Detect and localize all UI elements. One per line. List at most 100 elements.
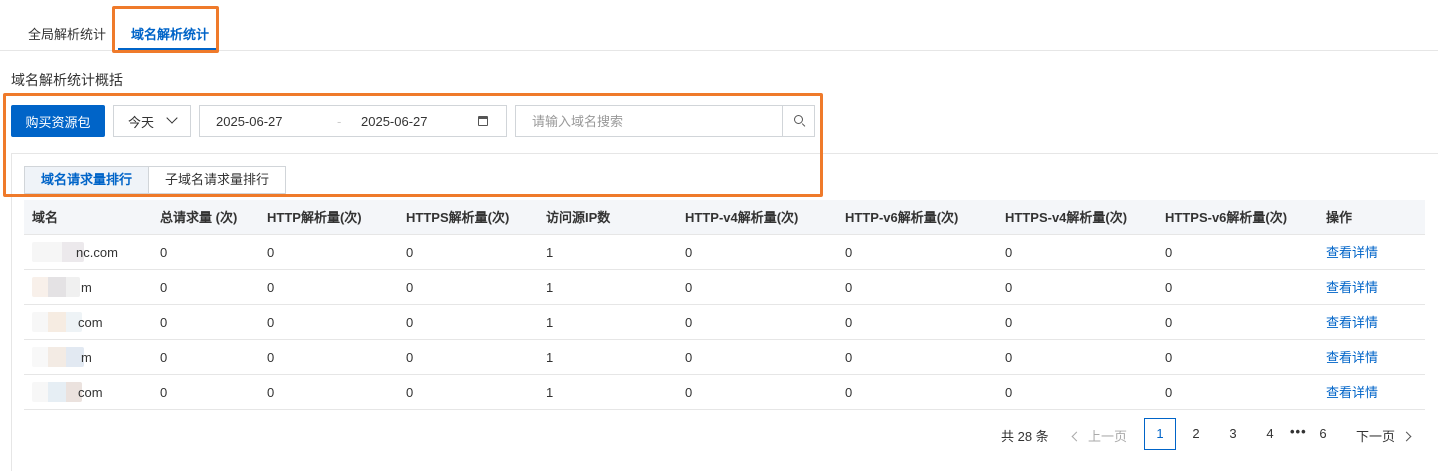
- calendar-icon[interactable]: [478, 116, 488, 126]
- search-input[interactable]: [516, 106, 784, 136]
- page-title: 域名解析统计概括: [11, 72, 123, 88]
- active-tab-indicator: [118, 48, 218, 50]
- http-v4-count: 0: [685, 245, 693, 260]
- http-v4-count: 0: [685, 315, 693, 330]
- table-header: 域名 总请求量 (次) HTTP解析量(次) HTTPS解析量(次) 访问源IP…: [24, 200, 1425, 235]
- total-count: 共 28 条: [1001, 429, 1049, 444]
- column-header: 总请求量 (次): [160, 210, 238, 225]
- https-count: 0: [406, 385, 414, 400]
- tab-domain-stats[interactable]: 域名解析统计: [131, 24, 209, 43]
- source-ip-count: 1: [546, 280, 554, 295]
- domain-name: nc.com: [76, 245, 118, 260]
- page-button-3[interactable]: 3: [1217, 418, 1249, 450]
- redacted-block: [32, 347, 84, 367]
- total-requests: 0: [160, 245, 168, 260]
- search-icon: [794, 115, 803, 124]
- column-header: HTTP解析量(次): [267, 210, 362, 225]
- prev-page-button[interactable]: 上一页: [1071, 426, 1128, 445]
- ranking-tabs: 域名请求量排行 子域名请求量排行: [24, 166, 287, 194]
- domain-name: m: [81, 350, 92, 365]
- https-v6-count: 0: [1165, 245, 1173, 260]
- view-details-link[interactable]: 查看详情: [1326, 235, 1378, 270]
- prev-page-label: 上一页: [1088, 429, 1128, 444]
- pagination-ellipsis[interactable]: •••: [1290, 424, 1307, 439]
- column-header: HTTPS-v6解析量(次): [1165, 210, 1288, 225]
- http-v4-count: 0: [685, 385, 693, 400]
- http-v4-count: 0: [685, 350, 693, 365]
- column-header: HTTP-v4解析量(次): [685, 210, 799, 225]
- domain-name: com: [78, 385, 103, 400]
- domain-stats-table: 域名 总请求量 (次) HTTP解析量(次) HTTPS解析量(次) 访问源IP…: [24, 200, 1425, 410]
- https-count: 0: [406, 280, 414, 295]
- http-v4-count: 0: [685, 280, 693, 295]
- http-v6-count: 0: [845, 385, 853, 400]
- date-end[interactable]: 2025-06-27: [361, 114, 428, 129]
- http-count: 0: [267, 350, 275, 365]
- view-details-link[interactable]: 查看详情: [1326, 270, 1378, 305]
- date-start[interactable]: 2025-06-27: [216, 114, 283, 129]
- view-details-link[interactable]: 查看详情: [1326, 305, 1378, 340]
- http-v6-count: 0: [845, 350, 853, 365]
- redacted-block: [32, 312, 82, 332]
- https-v6-count: 0: [1165, 280, 1173, 295]
- source-ip-count: 1: [546, 385, 554, 400]
- https-v6-count: 0: [1165, 350, 1173, 365]
- period-select-value: 今天: [128, 114, 155, 130]
- http-v6-count: 0: [845, 245, 853, 260]
- http-v6-count: 0: [845, 280, 853, 295]
- top-tab-bar: 全局解析统计 域名解析统计: [0, 0, 1438, 51]
- next-page-label: 下一页: [1356, 429, 1396, 444]
- table-row: m 0 0 0 1 0 0 0 0 查看详情: [24, 270, 1425, 305]
- source-ip-count: 1: [546, 245, 554, 260]
- page-button-1[interactable]: 1: [1144, 418, 1176, 450]
- search-button[interactable]: [782, 106, 814, 136]
- total-requests: 0: [160, 385, 168, 400]
- redacted-block: [32, 277, 80, 297]
- total-requests: 0: [160, 280, 168, 295]
- https-count: 0: [406, 315, 414, 330]
- tab-domain-request-ranking[interactable]: 域名请求量排行: [25, 167, 150, 193]
- next-page-button[interactable]: 下一页: [1356, 426, 1412, 445]
- https-v6-count: 0: [1165, 315, 1173, 330]
- column-header: 域名: [32, 210, 59, 225]
- period-select[interactable]: 今天: [113, 105, 191, 137]
- http-count: 0: [267, 245, 275, 260]
- column-header: HTTPS-v4解析量(次): [1005, 210, 1128, 225]
- table-row: com 0 0 0 1 0 0 0 0 查看详情: [24, 305, 1425, 340]
- column-header: HTTPS解析量(次): [406, 210, 510, 225]
- chevron-right-icon: [1401, 431, 1412, 442]
- https-v4-count: 0: [1005, 245, 1013, 260]
- date-range-picker[interactable]: 2025-06-27 - 2025-06-27: [199, 105, 507, 137]
- https-count: 0: [406, 350, 414, 365]
- tab-subdomain-request-ranking[interactable]: 子域名请求量排行: [149, 167, 286, 193]
- page-button-4[interactable]: 4: [1254, 418, 1286, 450]
- source-ip-count: 1: [546, 315, 554, 330]
- column-header: HTTP-v6解析量(次): [845, 210, 959, 225]
- view-details-link[interactable]: 查看详情: [1326, 375, 1378, 410]
- https-v4-count: 0: [1005, 280, 1013, 295]
- page-button-2[interactable]: 2: [1180, 418, 1212, 450]
- view-details-link[interactable]: 查看详情: [1326, 340, 1378, 375]
- page-button-6[interactable]: 6: [1307, 418, 1339, 450]
- https-v4-count: 0: [1005, 315, 1013, 330]
- https-v4-count: 0: [1005, 350, 1013, 365]
- table-row: com 0 0 0 1 0 0 0 0 查看详情: [24, 375, 1425, 410]
- http-v6-count: 0: [845, 315, 853, 330]
- column-header: 访问源IP数: [546, 210, 611, 225]
- date-separator: -: [337, 114, 342, 129]
- table-row: nc.com 0 0 0 1 0 0 0 0 查看详情: [24, 235, 1425, 270]
- http-count: 0: [267, 280, 275, 295]
- domain-name: com: [78, 315, 103, 330]
- table-row: m 0 0 0 1 0 0 0 0 查看详情: [24, 340, 1425, 375]
- https-count: 0: [406, 245, 414, 260]
- buy-package-button[interactable]: 购买资源包: [11, 105, 105, 137]
- total-requests: 0: [160, 315, 168, 330]
- source-ip-count: 1: [546, 350, 554, 365]
- chevron-left-icon: [1071, 431, 1082, 442]
- redacted-block: [32, 382, 82, 402]
- total-requests: 0: [160, 350, 168, 365]
- pagination: 共 28 条 上一页 1 2 3 4 ••• 6 下一页: [0, 418, 1438, 450]
- http-count: 0: [267, 385, 275, 400]
- tab-global-stats[interactable]: 全局解析统计: [28, 24, 106, 43]
- chevron-down-icon: [166, 112, 178, 124]
